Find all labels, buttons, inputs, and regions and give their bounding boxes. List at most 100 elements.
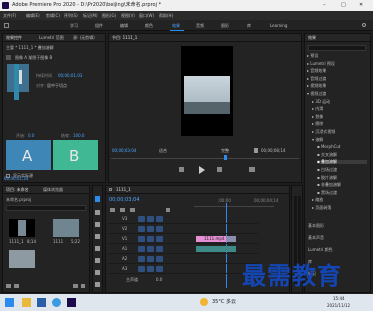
track-toggle-button[interactable] xyxy=(138,216,145,222)
pen-tool-icon[interactable] xyxy=(95,258,100,263)
track-toggle-button[interactable] xyxy=(138,256,145,262)
track-toggle-button[interactable] xyxy=(156,256,163,262)
linked-selection-icon[interactable] xyxy=(120,208,125,212)
program-timecode[interactable]: 00;00;03;04 xyxy=(112,149,136,153)
effects-tree-item[interactable]: ▸ 音频效果 xyxy=(307,69,367,73)
track-toggle-button[interactable] xyxy=(156,266,163,272)
menu-sequence[interactable]: 序列(S) xyxy=(64,14,78,18)
weather-text[interactable]: 35°C 多云 xyxy=(212,300,236,305)
menu-marker[interactable]: 标记(M) xyxy=(83,14,98,18)
end-value[interactable]: 100.0 xyxy=(73,134,84,138)
start-value[interactable]: 0.0 xyxy=(28,134,34,138)
track-select-tool-icon[interactable] xyxy=(95,210,100,215)
clip-audio-pink[interactable] xyxy=(196,246,226,252)
project-item-thumb-3[interactable] xyxy=(9,250,35,268)
effects-tree-item[interactable]: ▸ 3D 运动 xyxy=(312,99,367,104)
effects-tree-item[interactable]: ▪ 黑场过渡 xyxy=(317,190,367,195)
track-toggle-button[interactable] xyxy=(156,216,163,222)
duration-value[interactable]: 00;00;01;03 xyxy=(58,74,82,78)
project-item-thumb-2[interactable] xyxy=(53,219,79,237)
export-frame-icon[interactable] xyxy=(249,167,255,172)
type-tool-icon[interactable] xyxy=(95,282,100,287)
track-toggle-button[interactable] xyxy=(156,226,163,232)
track-toggle-button[interactable] xyxy=(147,266,154,272)
timeline-timecode[interactable]: 00;00;03;04 xyxy=(109,198,140,203)
track-label[interactable]: A2 xyxy=(122,257,127,261)
tab-project[interactable]: 项目: 未命名 xyxy=(6,188,29,192)
play-transition-button[interactable] xyxy=(6,55,11,60)
maximize-button[interactable]: □ xyxy=(341,3,346,8)
effects-tree-item[interactable]: ▸ 视频效果 xyxy=(307,84,367,88)
new-item-icon[interactable] xyxy=(73,284,78,288)
track-toggle-button[interactable] xyxy=(138,236,145,242)
effects-tree-item[interactable]: ▸ 内滑 xyxy=(312,107,367,111)
workspace-assembly[interactable]: 组件 xyxy=(95,24,103,28)
effects-tree-item[interactable]: ▸ 划像 xyxy=(312,114,367,119)
file-explorer-icon[interactable] xyxy=(22,298,31,307)
clock-time[interactable]: 15:44 xyxy=(333,297,345,301)
track-toggle-button[interactable] xyxy=(147,246,154,252)
trash-icon[interactable] xyxy=(81,284,85,288)
workspace-libraries[interactable]: 库 xyxy=(247,24,251,28)
clock-date[interactable]: 2021/11/12 xyxy=(327,304,350,308)
track-toggle-button[interactable] xyxy=(138,246,145,252)
workspace-audio[interactable]: 音频 xyxy=(196,24,204,28)
effects-tree-item[interactable]: ▸ 缩放 xyxy=(312,198,367,202)
razor-tool-icon[interactable] xyxy=(95,234,100,239)
workspace-effects[interactable]: 效果 xyxy=(172,24,180,28)
workspace-color[interactable]: 颜色 xyxy=(145,24,153,28)
wrench-timeline-icon[interactable] xyxy=(166,208,170,212)
search-icon[interactable] xyxy=(362,23,366,27)
track-toggle-button[interactable] xyxy=(147,236,154,242)
effects-tree-item[interactable]: ▾ 溶解 xyxy=(312,137,367,142)
program-title[interactable]: 节目: 1111_1 xyxy=(112,36,137,40)
word-icon[interactable] xyxy=(37,298,46,307)
menu-graphics[interactable]: 图形(G) xyxy=(102,14,116,18)
master-track-value[interactable]: 0.0 xyxy=(156,278,162,282)
track-toggle-button[interactable] xyxy=(138,226,145,232)
home-icon[interactable] xyxy=(4,23,9,28)
menu-view[interactable]: 视图(V) xyxy=(121,14,135,18)
workspace-learning[interactable]: Learning xyxy=(270,24,287,28)
track-toggle-button[interactable] xyxy=(138,266,145,272)
project-item-thumb-1[interactable] xyxy=(9,219,35,237)
snap-icon[interactable] xyxy=(110,208,115,212)
sequence-tab[interactable]: 1111_1 xyxy=(116,188,131,192)
workspace-graphics[interactable]: 图形 xyxy=(221,24,229,28)
tab-source[interactable]: 源: (无剪辑) xyxy=(73,36,95,40)
effects-tree-item[interactable]: ▪ MorphCut xyxy=(317,145,367,149)
step-back-icon[interactable] xyxy=(179,167,184,172)
track-toggle-button[interactable] xyxy=(147,216,154,222)
tab-lumetri-scopes[interactable]: Lumetri 范围 xyxy=(39,36,64,40)
track-label[interactable]: V1 xyxy=(122,237,127,241)
workspace-learn[interactable]: 学习 xyxy=(70,24,78,28)
browser-icon[interactable] xyxy=(52,298,61,307)
wrench-icon[interactable] xyxy=(254,148,258,153)
track-toggle-button[interactable] xyxy=(147,226,154,232)
workspace-edit[interactable]: 编辑 xyxy=(120,24,128,28)
effects-title[interactable]: 效果 xyxy=(308,36,316,40)
effects-tree-item[interactable]: ▸ Lumetri 预设 xyxy=(307,61,367,66)
tab-media-browser[interactable]: 媒体浏览器 xyxy=(43,188,63,192)
close-sequence-icon[interactable] xyxy=(109,188,112,191)
effects-tree-item[interactable]: ▸ 沉浸式视频 xyxy=(312,130,367,134)
icon-view-icon[interactable] xyxy=(14,284,19,288)
add-marker-icon[interactable] xyxy=(130,208,135,212)
tab-effect-controls[interactable]: 效果控件 xyxy=(6,36,22,40)
project-search-input[interactable] xyxy=(6,205,86,211)
selection-tool-icon[interactable] xyxy=(95,196,100,202)
panel-lumetri-color[interactable]: Lumetri 颜色 xyxy=(308,248,333,252)
track-toggle-button[interactable] xyxy=(147,256,154,262)
effects-tree-item[interactable]: ▪ 交叉溶解 xyxy=(317,152,367,157)
menu-clip[interactable]: 剪辑(C) xyxy=(46,14,60,18)
program-playhead[interactable] xyxy=(224,155,227,160)
effects-tree-item[interactable]: ▪ 白场过渡 xyxy=(317,168,367,172)
track-label[interactable]: A1 xyxy=(122,247,127,251)
panel-essential-sound[interactable]: 基本声音 xyxy=(308,236,324,240)
effects-tree-item[interactable]: ▪ 非叠加溶解 xyxy=(317,183,367,187)
timeline-ruler[interactable] xyxy=(194,206,274,207)
panel-essential-graphics[interactable]: 基本图形 xyxy=(308,224,324,228)
effects-tree-item[interactable]: ▸ 页面剥落 xyxy=(312,206,367,210)
slip-tool-icon[interactable] xyxy=(95,246,100,251)
ripple-edit-tool-icon[interactable] xyxy=(95,222,100,227)
